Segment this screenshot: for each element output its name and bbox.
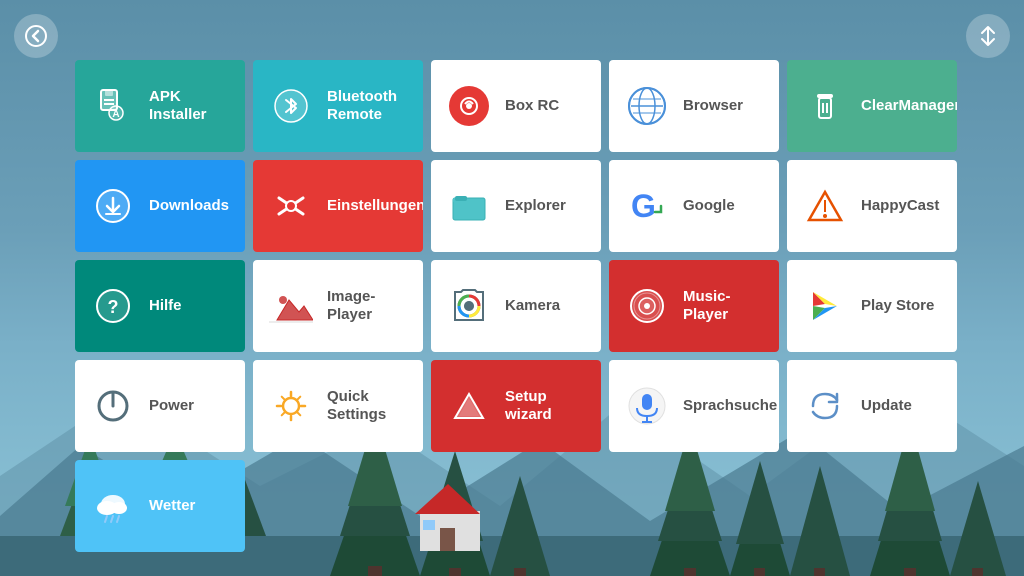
play-store-label: Play Store (861, 297, 934, 315)
tile-clear-manager[interactable]: ClearManager (787, 60, 957, 152)
settings-icon (267, 182, 315, 230)
camera-icon (445, 282, 493, 330)
power-label: Power (149, 397, 194, 415)
browser-label: Browser (683, 97, 743, 115)
tile-music-player[interactable]: Music-Player (609, 260, 779, 352)
boxrc-icon (445, 82, 493, 130)
image-icon (267, 282, 315, 330)
tile-sprachsuche[interactable]: Sprachsuche (609, 360, 779, 452)
tile-hilfe[interactable]: ? Hilfe (75, 260, 245, 352)
svg-text:?: ? (108, 297, 119, 317)
hilfe-label: Hilfe (149, 297, 182, 315)
tile-image-player[interactable]: Image-Player (253, 260, 423, 352)
tile-bluetooth-remote[interactable]: Bluetooth Remote (253, 60, 423, 152)
apk-icon: A (89, 82, 137, 130)
tile-update[interactable]: Update (787, 360, 957, 452)
sprachsuche-label: Sprachsuche (683, 397, 777, 415)
weather-icon (89, 482, 137, 530)
box-rc-label: Box RC (505, 97, 559, 115)
tile-box-rc[interactable]: Box RC (431, 60, 601, 152)
tile-wetter[interactable]: Wetter (75, 460, 245, 552)
update-label: Update (861, 397, 912, 415)
tile-power[interactable]: Power (75, 360, 245, 452)
tile-happycast[interactable]: HappyCast (787, 160, 957, 252)
google-icon: G (623, 182, 671, 230)
tile-apk-installer[interactable]: A APK Installer (75, 60, 245, 152)
clear-icon (801, 82, 849, 130)
power-icon (89, 382, 137, 430)
happycast-label: HappyCast (861, 197, 939, 215)
browser-icon (623, 82, 671, 130)
update-icon (801, 382, 849, 430)
tile-setup-wizard[interactable]: Setup wizard (431, 360, 601, 452)
quicksettings-icon (267, 382, 315, 430)
setup-icon (445, 382, 493, 430)
svg-text:G: G (631, 188, 656, 224)
voice-icon (623, 382, 671, 430)
google-label: Google (683, 197, 735, 215)
help-icon: ? (89, 282, 137, 330)
happycast-icon (801, 182, 849, 230)
tile-explorer[interactable]: Explorer (431, 160, 601, 252)
wetter-label: Wetter (149, 497, 195, 515)
tile-browser[interactable]: Browser (609, 60, 779, 152)
svg-text:A: A (112, 109, 119, 120)
bluetooth-remote-label: Bluetooth Remote (327, 88, 409, 124)
explorer-label: Explorer (505, 197, 566, 215)
image-player-label: Image-Player (327, 288, 409, 324)
apk-installer-label: APK Installer (149, 88, 231, 124)
tile-downloads[interactable]: Downloads (75, 160, 245, 252)
kamera-label: Kamera (505, 297, 560, 315)
explorer-icon (445, 182, 493, 230)
downloads-label: Downloads (149, 197, 229, 215)
music-icon (623, 282, 671, 330)
back-button[interactable] (14, 14, 58, 58)
sort-button[interactable] (966, 14, 1010, 58)
tile-play-store[interactable]: Play Store (787, 260, 957, 352)
music-player-label: Music-Player (683, 288, 765, 324)
app-grid: A APK Installer Bluetooth Remote Box RC (75, 60, 1014, 552)
download-icon (89, 182, 137, 230)
tile-kamera[interactable]: Kamera (431, 260, 601, 352)
tile-einstellungen[interactable]: Einstellungen (253, 160, 423, 252)
bluetooth-icon (267, 82, 315, 130)
setup-wizard-label: Setup wizard (505, 388, 587, 424)
einstellungen-label: Einstellungen (327, 197, 423, 215)
tile-quick-settings[interactable]: Quick Settings (253, 360, 423, 452)
tile-google[interactable]: G Google (609, 160, 779, 252)
clear-manager-label: ClearManager (861, 97, 957, 115)
quick-settings-label: Quick Settings (327, 388, 409, 424)
playstore-icon (801, 282, 849, 330)
